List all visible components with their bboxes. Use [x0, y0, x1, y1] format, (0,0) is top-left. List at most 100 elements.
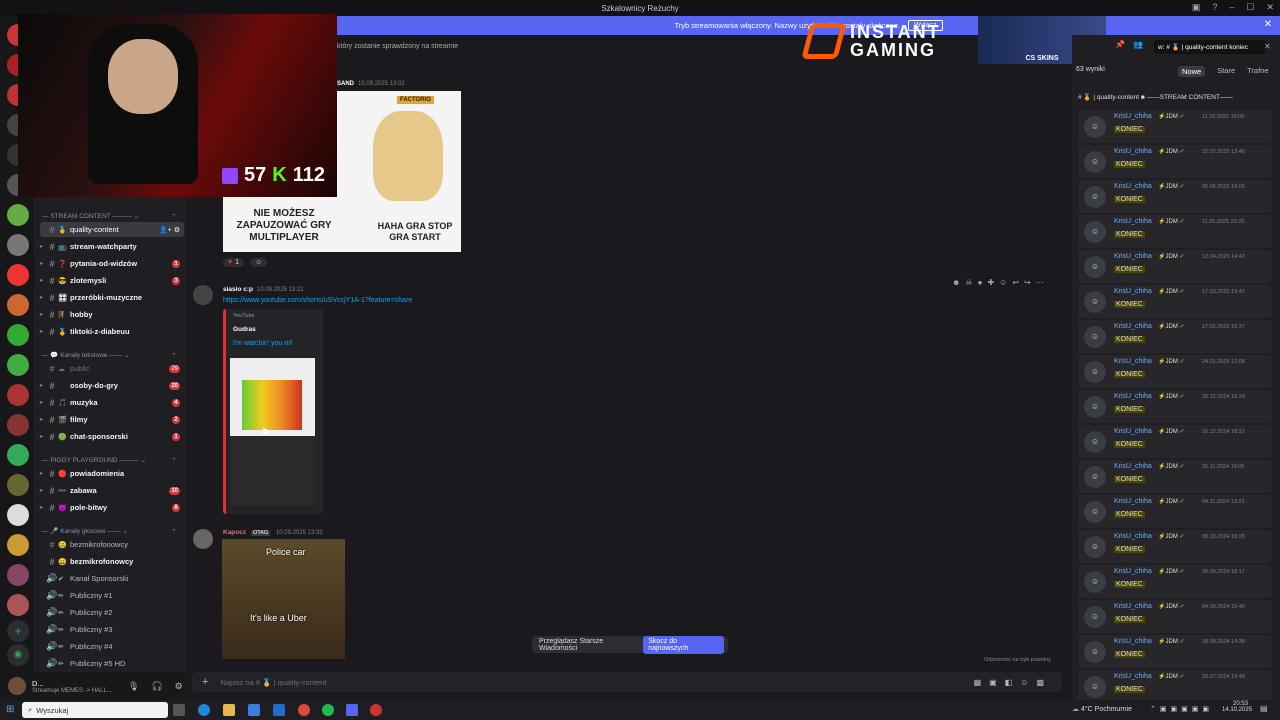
sticker-icon[interactable]: ◧ [1005, 678, 1021, 687]
server-icon[interactable] [7, 264, 29, 286]
avatar[interactable]: ☺ [1084, 291, 1106, 313]
reaction-heart[interactable]: ♥ 1 [223, 258, 245, 267]
server-icon[interactable] [7, 504, 29, 526]
search-result[interactable]: ☺ KrisU_chiha ⚡JDM ✔ 22.07.2025 13:48 KONIEC [1078, 145, 1272, 178]
avatar[interactable]: ☺ [1084, 501, 1106, 523]
avatar[interactable]: ☺ [1084, 431, 1106, 453]
search-result[interactable]: ☺ KrisU_chiha ⚡JDM ✔ 26.09.2024 18:17 KONIEC [1078, 565, 1272, 598]
result-author[interactable]: KrisU_chiha [1114, 428, 1152, 435]
minimize-button[interactable]: – [1229, 2, 1234, 13]
avatar[interactable]: ☺ [1084, 396, 1106, 418]
search-result[interactable]: ☺ KrisU_chiha ⚡JDM ✔ 29.07.2024 19:48 KONIEC [1078, 670, 1272, 703]
search-result[interactable]: ☺ KrisU_chiha ⚡JDM ✔ 05.06.2025 19:05 KONIEC [1078, 180, 1272, 213]
search-result[interactable]: ☺ KrisU_chiha ⚡JDM ✔ 17.03.2025 19:47 KONIEC [1078, 285, 1272, 318]
reaction-icon[interactable]: ● [978, 278, 983, 287]
result-author[interactable]: KrisU_chiha [1114, 113, 1152, 120]
voice-channel-publiczny-4[interactable]: 🔊 ✏ Publiczny #4 [40, 639, 184, 654]
voice-channel-publiczny-2[interactable]: 🔊 ✏ Publiczny #2 [40, 605, 184, 620]
voice-channel-publiczny-1[interactable]: 🔊 ✏ Publiczny #1 [40, 588, 184, 603]
result-author[interactable]: KrisU_chiha [1114, 498, 1152, 505]
result-author[interactable]: KrisU_chiha [1114, 603, 1152, 610]
result-author[interactable]: KrisU_chiha [1114, 393, 1152, 400]
clock[interactable]: 20:53 14.10.2025 [1222, 701, 1252, 713]
add-server-icon[interactable]: + [7, 620, 29, 642]
reaction-icon[interactable]: ☠ [965, 278, 972, 287]
search-result[interactable]: ☺ KrisU_chiha ⚡JDM ✔ 11.05.2025 20:25 KONIEC [1078, 215, 1272, 248]
spotify-icon[interactable] [322, 704, 334, 716]
category-text-channels[interactable]: — 💬 Kanały tekstowe —— ⌄ + [42, 351, 176, 359]
maximize-button[interactable]: ☐ [1246, 2, 1254, 13]
reply-icon[interactable]: ↩ [1012, 278, 1019, 287]
channel-hobby[interactable]: ▸ # 🧗 hobby [40, 307, 184, 322]
avatar[interactable]: ☺ [1084, 361, 1106, 383]
chrome-icon[interactable] [298, 704, 310, 716]
search-result[interactable]: ☺ KrisU_chiha ⚡JDM ✔ 24.01.2025 12:08 KONIEC [1078, 355, 1272, 388]
store-icon[interactable] [248, 704, 260, 716]
discord-icon[interactable] [346, 704, 358, 716]
add-reaction-button[interactable]: ☺ [250, 258, 268, 267]
search-result[interactable]: ☺ KrisU_chiha ⚡JDM ✔ 16.12.2024 18:22 KONIEC [1078, 425, 1272, 458]
result-author[interactable]: KrisU_chiha [1114, 533, 1152, 540]
result-author[interactable]: KrisU_chiha [1114, 183, 1152, 190]
taskbar-search[interactable]: ⌕ Wyszukaj [22, 702, 168, 718]
result-author[interactable]: KrisU_chiha [1114, 638, 1152, 645]
avatar[interactable] [193, 529, 213, 549]
jump-to-latest-button[interactable]: Skocz do najnowszych [643, 635, 724, 654]
embed-author[interactable]: Gudras [233, 326, 256, 333]
windows-start-icon[interactable]: ⊞ [6, 704, 14, 715]
add-attachment-icon[interactable]: + [202, 676, 208, 688]
tab-new[interactable]: Nowe [1178, 66, 1206, 77]
notifications-icon[interactable]: ▤ [1260, 704, 1268, 713]
result-author[interactable]: KrisU_chiha [1114, 463, 1152, 470]
clear-search-icon[interactable]: ✕ [1264, 42, 1271, 51]
server-icon[interactable] [7, 234, 29, 256]
avatar[interactable] [193, 285, 213, 305]
microphone-icon[interactable]: 🎙 [128, 681, 139, 692]
avatar[interactable]: ☺ [1084, 221, 1106, 243]
channel-bezmikrofonowcy[interactable]: # 🤐 bezmikrofonowcy [40, 537, 184, 552]
server-icon[interactable] [7, 414, 29, 436]
close-icon[interactable]: ✕ [1264, 19, 1272, 30]
result-author[interactable]: KrisU_chiha [1114, 218, 1152, 225]
explore-icon[interactable]: ◉ [7, 644, 29, 666]
gift-icon[interactable]: ▦ [974, 678, 990, 687]
pin-icon[interactable]: 📌 [1115, 40, 1125, 49]
avatar[interactable]: ☺ [1084, 536, 1106, 558]
message-input[interactable]: + Napisz na # 🏅 | quality-content ▦▣◧☺▩ [192, 672, 1062, 692]
gif-icon[interactable]: ▣ [989, 678, 1005, 687]
result-author[interactable]: KrisU_chiha [1114, 288, 1152, 295]
channel-zabawa[interactable]: ▸ # ➖ zabawa 10 [40, 483, 184, 498]
search-result[interactable]: ☺ KrisU_chiha ⚡JDM ✔ 18.08.2024 14:38 KONIEC [1078, 635, 1272, 668]
message-link[interactable]: https://www.youtube.com/shorts/uSVccjY1A… [223, 297, 412, 304]
server-icon[interactable] [7, 474, 29, 496]
voice-channel-publiczny-3[interactable]: 🔊 ✏ Publiczny #3 [40, 622, 184, 637]
channel-powiadomienia[interactable]: ▸ # 🔴 powiadomienia [40, 466, 184, 481]
server-icon[interactable] [7, 204, 29, 226]
category-piggy-playground[interactable]: — PIGGY PLAYGROUND ——— ⌄ + [42, 456, 176, 464]
message-author[interactable]: siasio c:p [223, 286, 253, 293]
category-stream-content[interactable]: — STREAM CONTENT ——— ⌄ + [42, 212, 176, 220]
result-author[interactable]: KrisU_chiha [1114, 148, 1152, 155]
task-view-icon[interactable] [173, 704, 185, 716]
channel-public[interactable]: # ☁ public 29 [40, 361, 184, 376]
search-result[interactable]: ☺ KrisU_chiha ⚡JDM ✔ 17.02.2025 16:37 KONIEC [1078, 320, 1272, 353]
server-icon[interactable] [7, 384, 29, 406]
channel-przerobki-muzyczne[interactable]: ▸ # 🎛 przeróbki-muzyczne [40, 290, 184, 305]
explorer-icon[interactable] [223, 704, 235, 716]
channel-tiktoki-z-diabeuu[interactable]: ▸ # 🏅 tiktoki-z-diabeuu [40, 324, 184, 339]
avatar[interactable]: ☺ [1084, 116, 1106, 138]
server-icon[interactable] [7, 534, 29, 556]
close-button[interactable]: ✕ [1266, 2, 1274, 13]
headphones-icon[interactable]: 🎧 [151, 681, 162, 692]
channel-muzyka[interactable]: ▸ # 🎵 muzyka 4 [40, 395, 184, 410]
tab-relevant[interactable]: Trafne [1247, 66, 1268, 77]
search-channel-header[interactable]: # 🏅 | quality-content ■ ——STREAM CONTENT… [1078, 93, 1233, 101]
avatar[interactable]: ☺ [1084, 676, 1106, 698]
server-icon[interactable] [7, 354, 29, 376]
channel-chat-sponsorski[interactable]: ▸ # 🟢 chat-sponsorski 1 [40, 429, 184, 444]
channel-osoby-do-gry[interactable]: ▸ # osoby-do-gry 20 [40, 378, 184, 393]
avatar[interactable]: ☺ [1084, 571, 1106, 593]
avatar[interactable]: ☺ [1084, 186, 1106, 208]
search-result[interactable]: ☺ KrisU_chiha ⚡JDM ✔ 26.11.2024 18:05 KONIEC [1078, 460, 1272, 493]
forward-icon[interactable]: ↪ [1024, 278, 1031, 287]
